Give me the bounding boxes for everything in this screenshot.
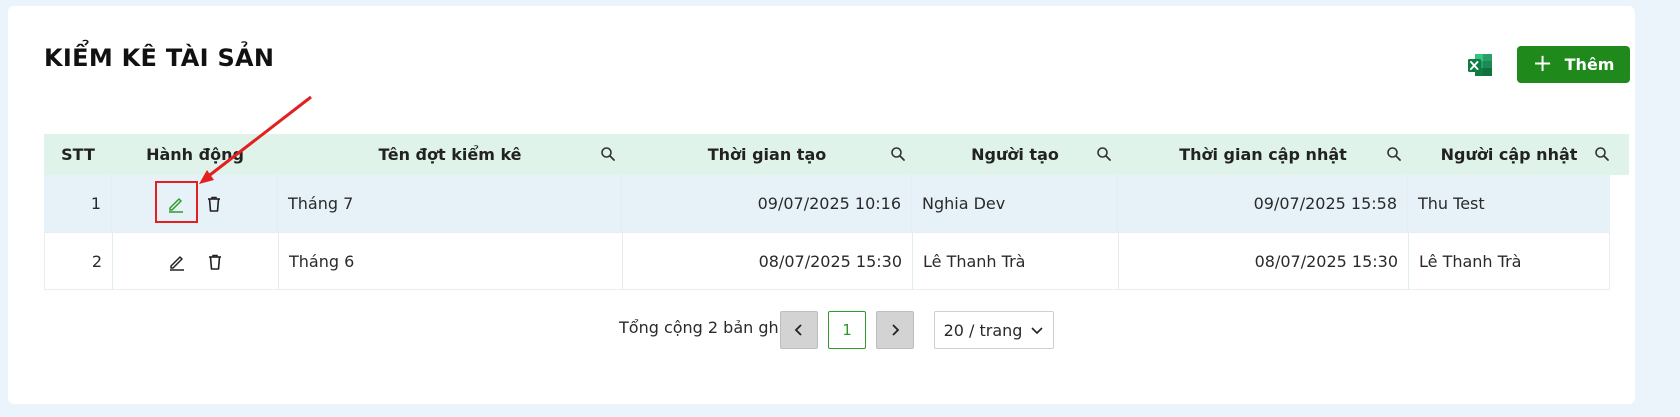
search-icon[interactable] xyxy=(1096,146,1112,162)
row-updated-at: 09/07/2025 15:58 xyxy=(1118,175,1408,232)
table-row[interactable]: 2 Tháng 6 08/07/2025 15:30 Lê Thanh Trà … xyxy=(44,233,1610,290)
page-size-select[interactable]: 20 / trang xyxy=(934,311,1054,349)
edit-icon[interactable] xyxy=(167,252,187,272)
table-header: STT Hành động Tên đợt kiểm kê Thời gian … xyxy=(44,134,1629,175)
excel-icon xyxy=(1468,54,1492,76)
plus-icon: + xyxy=(1532,49,1553,77)
row-created-at: 09/07/2025 10:16 xyxy=(622,175,912,232)
row-stt: 1 xyxy=(44,175,112,232)
row-created-at: 08/07/2025 15:30 xyxy=(623,233,913,290)
next-page-button[interactable] xyxy=(876,311,914,349)
row-name: Tháng 7 xyxy=(278,175,622,232)
column-header-updated-at: Thời gian cập nhật xyxy=(1179,145,1347,164)
delete-icon[interactable] xyxy=(204,194,224,214)
row-updated-by: Thu Test xyxy=(1418,194,1485,213)
pagination-total: Tổng cộng 2 bản ghi xyxy=(619,318,784,337)
column-header-created-by: Người tạo xyxy=(971,145,1059,164)
column-header-stt: STT xyxy=(61,145,95,164)
page-number-button[interactable]: 1 xyxy=(828,311,866,349)
column-header-created-at: Thời gian tạo xyxy=(707,145,827,164)
search-icon[interactable] xyxy=(1386,146,1402,162)
page-size-value: 20 / trang xyxy=(943,320,1023,340)
add-button-label: Thêm xyxy=(1564,55,1615,74)
row-created-by: Lê Thanh Trà xyxy=(913,233,1119,290)
row-actions xyxy=(113,233,279,290)
search-icon[interactable] xyxy=(1594,146,1610,162)
delete-icon[interactable] xyxy=(205,252,225,272)
row-name: Tháng 6 xyxy=(279,233,623,290)
chevron-left-icon xyxy=(794,324,802,336)
row-stt: 2 xyxy=(45,233,113,290)
add-button[interactable]: + Thêm xyxy=(1517,46,1630,83)
row-updated-at: 08/07/2025 15:30 xyxy=(1119,233,1409,290)
chevron-right-icon xyxy=(892,324,900,336)
annotation-highlight-box xyxy=(155,181,198,223)
search-icon[interactable] xyxy=(600,146,616,162)
row-updated-by: Lê Thanh Trà xyxy=(1419,252,1522,271)
prev-page-button[interactable] xyxy=(780,311,818,349)
search-icon[interactable] xyxy=(890,146,906,162)
excel-export-button[interactable] xyxy=(1466,51,1494,79)
column-header-updated-by: Người cập nhật xyxy=(1440,145,1578,164)
table-row[interactable]: 1 Tháng 7 09/07/2025 10:16 Nghia Dev 09/… xyxy=(44,175,1610,233)
page-title: KIỂM KÊ TÀI SẢN xyxy=(44,44,275,72)
column-header-name: Tên đợt kiểm kê xyxy=(378,145,522,164)
chevron-down-icon xyxy=(1031,327,1044,335)
column-header-actions: Hành động xyxy=(146,145,244,164)
row-created-by: Nghia Dev xyxy=(912,175,1118,232)
